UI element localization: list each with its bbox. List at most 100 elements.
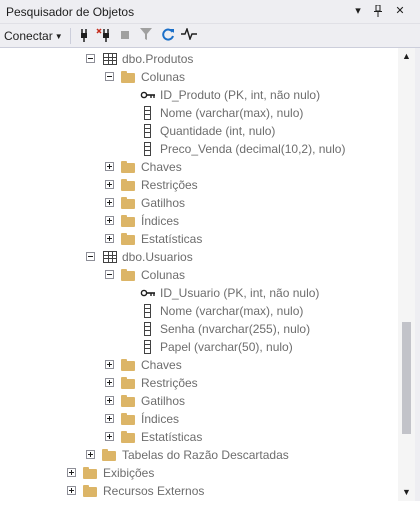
tree-node-column[interactable]: Senha (nvarchar(255), nulo) — [1, 320, 398, 338]
expand-icon[interactable] — [105, 198, 114, 207]
tree-node-recursos-externos[interactable]: Recursos Externos — [1, 482, 398, 500]
expand-icon[interactable] — [105, 396, 114, 405]
collapse-icon[interactable] — [86, 54, 95, 63]
tree-node-dbo-usuarios[interactable]: dbo.Usuarios — [1, 248, 398, 266]
tree-node-indices[interactable]: Índices — [1, 410, 398, 428]
toolbar: Conectar ▼ — [0, 24, 420, 48]
toolbar-separator — [70, 28, 71, 44]
tree-node-label: Colunas — [141, 268, 186, 282]
column-icon — [140, 339, 156, 355]
expand-icon[interactable] — [105, 432, 114, 441]
scrollbar-thumb[interactable] — [402, 322, 411, 434]
table-icon — [102, 51, 118, 67]
expand-icon[interactable] — [105, 162, 114, 171]
tree-node-column[interactable]: ID_Usuario (PK, int, não nulo) — [1, 284, 398, 302]
tree-node-label: Tabelas do Razão Descartadas — [122, 448, 289, 462]
column-icon — [140, 123, 156, 139]
folder-icon — [83, 483, 99, 499]
tree-node-label: Índices — [141, 214, 180, 228]
folder-icon — [121, 159, 137, 175]
tree-node-column[interactable]: Nome (varchar(max), nulo) — [1, 104, 398, 122]
tree-node-label: Nome (varchar(max), nulo) — [160, 106, 304, 120]
tree-node-column[interactable]: ID_Produto (PK, int, não nulo) — [1, 86, 398, 104]
tree-node-restricoes[interactable]: Restrições — [1, 176, 398, 194]
object-explorer-tree[interactable]: dbo.Produtos Colunas ID_Produto (PK, int… — [1, 48, 398, 501]
stop-icon[interactable] — [117, 28, 133, 44]
tree-node-chaves[interactable]: Chaves — [1, 158, 398, 176]
tree-node-label: Senha (nvarchar(255), nulo) — [160, 322, 311, 336]
expand-icon[interactable] — [105, 378, 114, 387]
collapse-icon[interactable] — [105, 72, 114, 81]
tree-node-dbo-produtos[interactable]: dbo.Produtos — [1, 50, 398, 68]
tree-node-column[interactable]: Nome (varchar(max), nulo) — [1, 302, 398, 320]
folder-icon — [121, 177, 137, 193]
tree-node-label: Chaves — [141, 358, 182, 372]
tree-node-tabelas-razao[interactable]: Tabelas do Razão Descartadas — [1, 446, 398, 464]
window-title: Pesquisador de Objetos — [6, 5, 135, 19]
vertical-scrollbar[interactable]: ▲ ▼ — [398, 48, 415, 501]
folder-icon — [102, 447, 118, 463]
connect-dropdown[interactable]: Conectar ▼ — [4, 28, 63, 44]
tree-node-gatilhos[interactable]: Gatilhos — [1, 392, 398, 410]
column-icon — [140, 321, 156, 337]
tree-node-colunas[interactable]: Colunas — [1, 68, 398, 86]
collapse-icon[interactable] — [86, 252, 95, 261]
connect-icon[interactable] — [76, 28, 92, 44]
tree-node-label: ID_Usuario (PK, int, não nulo) — [160, 286, 320, 300]
filter-icon[interactable] — [138, 28, 154, 44]
folder-icon — [121, 411, 137, 427]
expand-icon[interactable] — [105, 180, 114, 189]
folder-icon — [83, 465, 99, 481]
expand-icon[interactable] — [105, 216, 114, 225]
chevron-down-icon[interactable]: ▾ — [350, 3, 366, 19]
tree-node-estatisticas[interactable]: Estatísticas — [1, 428, 398, 446]
tree-node-estatisticas[interactable]: Estatísticas — [1, 230, 398, 248]
caret-down-icon: ▼ — [54, 32, 63, 41]
activity-monitor-icon[interactable] — [181, 26, 197, 44]
tree-node-label: Gatilhos — [141, 196, 186, 210]
expand-icon[interactable] — [67, 486, 76, 495]
connect-label: Conectar — [4, 29, 53, 43]
tree-node-gatilhos[interactable]: Gatilhos — [1, 194, 398, 212]
expand-icon[interactable] — [105, 234, 114, 243]
folder-icon — [121, 195, 137, 211]
tree-node-colunas[interactable]: Colunas — [1, 266, 398, 284]
tree-node-label: Exibições — [103, 466, 155, 480]
tree-node-exibicoes[interactable]: Exibições — [1, 464, 398, 482]
folder-icon — [121, 231, 137, 247]
expand-icon[interactable] — [86, 450, 95, 459]
folder-icon — [121, 213, 137, 229]
tree-node-label: ID_Produto (PK, int, não nulo) — [160, 88, 321, 102]
column-icon — [140, 303, 156, 319]
scroll-down-icon[interactable]: ▼ — [398, 484, 415, 501]
column-icon — [140, 141, 156, 157]
title-bar: Pesquisador de Objetos ▾ ✕ — [0, 0, 420, 24]
folder-icon — [121, 267, 137, 283]
tree-node-restricoes[interactable]: Restrições — [1, 374, 398, 392]
key-icon — [140, 87, 156, 103]
tree-node-indices[interactable]: Índices — [1, 212, 398, 230]
expand-icon[interactable] — [105, 360, 114, 369]
tree-node-label: Nome (varchar(max), nulo) — [160, 304, 304, 318]
tree-node-column[interactable]: Quantidade (int, nulo) — [1, 122, 398, 140]
expand-icon[interactable] — [105, 414, 114, 423]
folder-icon — [121, 357, 137, 373]
folder-icon — [121, 393, 137, 409]
collapse-icon[interactable] — [105, 270, 114, 279]
tree-node-label: Recursos Externos — [103, 484, 205, 498]
pin-icon[interactable] — [370, 3, 386, 19]
tree-node-column[interactable]: Preco_Venda (decimal(10,2), nulo) — [1, 140, 398, 158]
tree-node-label: Estatísticas — [141, 430, 203, 444]
tree-node-chaves[interactable]: Chaves — [1, 356, 398, 374]
panel-border — [415, 48, 420, 519]
close-icon[interactable]: ✕ — [392, 3, 408, 19]
tree-node-column[interactable]: Papel (varchar(50), nulo) — [1, 338, 398, 356]
tree-node-label: Papel (varchar(50), nulo) — [160, 340, 293, 354]
refresh-icon[interactable] — [160, 28, 176, 44]
expand-icon[interactable] — [67, 468, 76, 477]
disconnect-icon[interactable] — [96, 28, 112, 44]
tree-node-label: Índices — [141, 412, 180, 426]
tree-node-label: Gatilhos — [141, 394, 186, 408]
scroll-up-icon[interactable]: ▲ — [398, 48, 415, 65]
folder-icon — [121, 429, 137, 445]
